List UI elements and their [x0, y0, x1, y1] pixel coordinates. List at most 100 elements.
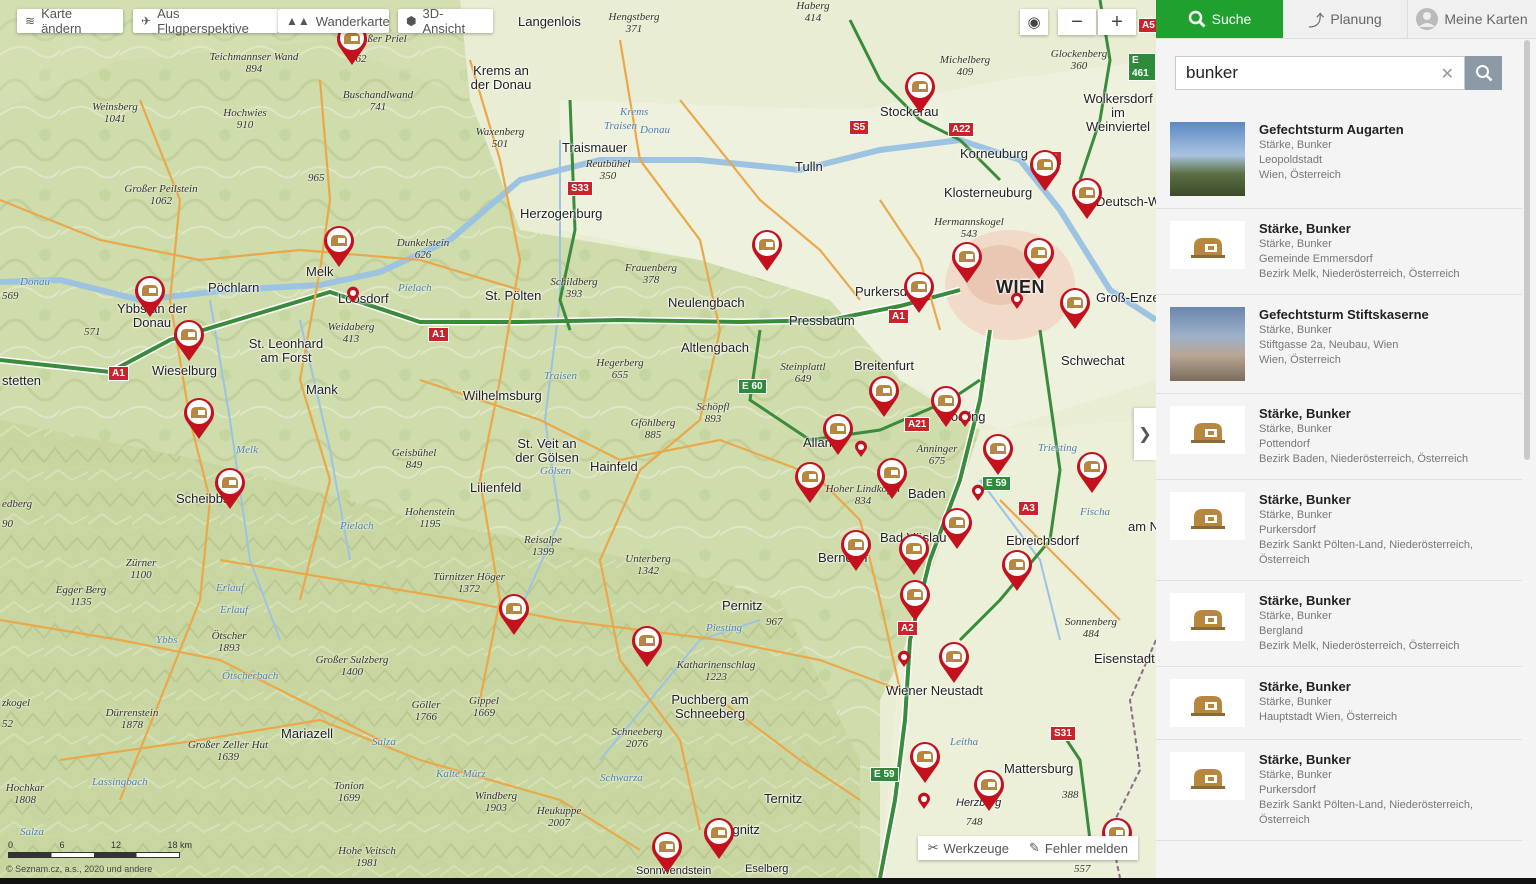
bunker-pin-icon[interactable] — [182, 396, 216, 440]
result-item[interactable]: Stärke, Bunker Stärke, Bunker Pottendorf Be… — [1156, 394, 1522, 480]
tab-my-maps[interactable]: Meine Karten — [1408, 0, 1536, 38]
bunker-pin-icon[interactable] — [867, 374, 901, 418]
small-pin-icon[interactable] — [346, 286, 360, 304]
result-item[interactable]: Stärke, Bunker Stärke, Bunker Gemeinde Emm… — [1156, 209, 1522, 295]
bunker-pin-icon[interactable] — [1000, 548, 1034, 592]
small-pin-icon[interactable] — [971, 484, 985, 502]
peak-label: Gföhlberg 885 — [630, 417, 676, 441]
bunker-pin-icon[interactable] — [1075, 450, 1109, 494]
result-text: Gefechtsturm Augarten Stärke, Bunker Leopo… — [1259, 122, 1404, 196]
tab-search[interactable]: Suche — [1156, 0, 1283, 38]
place-label: Mariazell — [281, 726, 334, 741]
hiking-label: Wanderkarte — [315, 13, 390, 29]
bunker-pin-icon[interactable] — [972, 768, 1006, 812]
report-error-button[interactable]: ✎ Fehler melden — [1019, 840, 1138, 856]
road-shield: S33 — [567, 181, 593, 196]
peak-label: Schöpfl 893 — [696, 401, 730, 425]
road-shield: A22 — [948, 122, 975, 137]
road-shield: A21 — [904, 417, 931, 432]
tools-button[interactable]: ✂ Werkzeuge — [918, 840, 1019, 856]
result-detail: Stärke, Bunker — [1259, 696, 1332, 708]
tab-planning[interactable]: ⤴ Planung — [1283, 0, 1408, 38]
result-detail: Leopoldstadt — [1259, 154, 1322, 166]
small-pin-icon[interactable] — [917, 792, 931, 810]
small-pin-icon[interactable] — [897, 650, 911, 668]
bunker-pin-icon[interactable] — [650, 830, 684, 874]
peak-label: 965 — [308, 172, 325, 184]
result-detail: Stiftgasse 2a, Neubau, Wien — [1259, 339, 1399, 351]
bunker-pin-icon[interactable] — [1028, 148, 1062, 192]
bunker-pin-icon[interactable] — [875, 456, 909, 500]
small-pin-icon[interactable] — [958, 410, 972, 428]
zoom-in-button[interactable]: + — [1098, 9, 1136, 35]
result-item[interactable]: Stärke, Bunker Stärke, Bunker Hauptstadt W… — [1156, 667, 1522, 740]
peak-label: Hochwies 910 — [223, 107, 267, 131]
result-item[interactable]: Stärke, Bunker Stärke, Bunker Purkersdorf B… — [1156, 740, 1522, 841]
road-shield: A1 — [428, 327, 449, 342]
place-label: Eisenstadt — [1094, 651, 1155, 666]
bunker-pin-icon[interactable] — [903, 70, 937, 114]
small-pin-icon[interactable] — [1010, 292, 1024, 310]
aerial-button[interactable]: ✈ Aus Flugperspektive — [133, 6, 278, 36]
bunker-pin-icon[interactable] — [1022, 236, 1056, 280]
bunker-pin-icon[interactable] — [950, 240, 984, 284]
zoom-out-button[interactable]: − — [1058, 9, 1096, 35]
bunker-pin-icon[interactable] — [1070, 176, 1104, 220]
place-label: Lilienfeld — [470, 480, 522, 495]
bunker-pin-icon[interactable] — [630, 624, 664, 668]
bunker-pin-icon[interactable] — [793, 460, 827, 504]
peak-label: 52 — [2, 718, 13, 730]
bunker-pin-icon[interactable] — [1058, 286, 1092, 330]
bunker-pin-icon[interactable] — [821, 412, 855, 456]
result-title: Gefechtsturm Augarten — [1259, 122, 1404, 137]
place-label: Pressbaum — [789, 313, 855, 328]
bunker-pin-icon[interactable] — [940, 506, 974, 550]
peak-label: 388 — [1062, 789, 1079, 801]
bunker-pin-icon[interactable] — [133, 274, 167, 318]
bunker-pin-icon[interactable] — [898, 578, 932, 622]
river-label: Gölsen — [540, 465, 572, 477]
bunker-pin-icon[interactable] — [750, 228, 784, 272]
user-avatar-icon — [1416, 8, 1439, 30]
result-title: Stärke, Bunker — [1259, 752, 1351, 767]
search-button[interactable] — [1465, 56, 1502, 90]
bunker-pin-icon[interactable] — [702, 816, 736, 860]
peak-label: Großer Zeller Hut 1639 — [187, 739, 269, 763]
bunker-pin-icon[interactable] — [839, 528, 873, 572]
peak-label: Schildberg 393 — [550, 276, 598, 300]
bunker-pin-icon[interactable] — [902, 270, 936, 314]
change-map-button[interactable]: ≋ Karte ändern — [17, 6, 123, 36]
bunker-pin-icon[interactable] — [213, 466, 247, 510]
result-item[interactable]: Stärke, Bunker Stärke, Bunker Purkersdorf B… — [1156, 480, 1522, 581]
place-label: Klosterneuburg — [944, 185, 1033, 200]
result-item[interactable]: Stärke, Bunker Stärke, Bunker Bergland Bezi… — [1156, 581, 1522, 667]
scrollbar[interactable] — [1524, 40, 1530, 460]
peak-label: Egger Berg 1135 — [55, 584, 107, 608]
collapse-panel-button[interactable]: ❯ — [1134, 408, 1156, 460]
river-label: Pielach — [340, 520, 374, 532]
bunker-pin-icon[interactable] — [897, 532, 931, 576]
bunker-pin-icon[interactable] — [497, 592, 531, 636]
result-detail: Hauptstadt Wien, Österreich — [1259, 711, 1398, 723]
result-item[interactable]: Gefechtsturm Stiftskaserne Stärke, Bunker… — [1156, 295, 1522, 394]
place-label: Langenlois — [518, 14, 581, 29]
map-canvas[interactable]: Krems an der Donau Langenlois Stockerau … — [0, 0, 1156, 878]
clear-icon[interactable]: ✕ — [1441, 64, 1454, 84]
bunker-icon — [1170, 593, 1245, 641]
river-label: Ybbs — [156, 634, 178, 646]
river-label: Donau — [20, 276, 50, 288]
hiking-map-button[interactable]: ▲▲ Wanderkarte — [278, 9, 390, 33]
bunker-pin-icon[interactable] — [937, 640, 971, 684]
search-input[interactable]: bunker ✕ — [1175, 56, 1465, 90]
bunker-icon — [1170, 406, 1245, 454]
small-pin-icon[interactable] — [854, 440, 868, 458]
result-item[interactable]: Gefechtsturm Augarten Stärke, Bunker Leopo… — [1156, 110, 1522, 209]
3d-view-button[interactable]: ⬢ 3D-Ansicht — [398, 6, 493, 36]
river-label: Traisen — [604, 120, 638, 132]
locate-button[interactable]: ◉ — [1020, 9, 1048, 35]
bunker-pin-icon[interactable] — [172, 318, 206, 362]
bunker-pin-icon[interactable] — [322, 224, 356, 268]
bunker-pin-icon[interactable] — [908, 740, 942, 784]
bunker-pin-icon[interactable] — [981, 432, 1015, 476]
place-label: St. Veit an der Gölsen — [515, 436, 579, 465]
